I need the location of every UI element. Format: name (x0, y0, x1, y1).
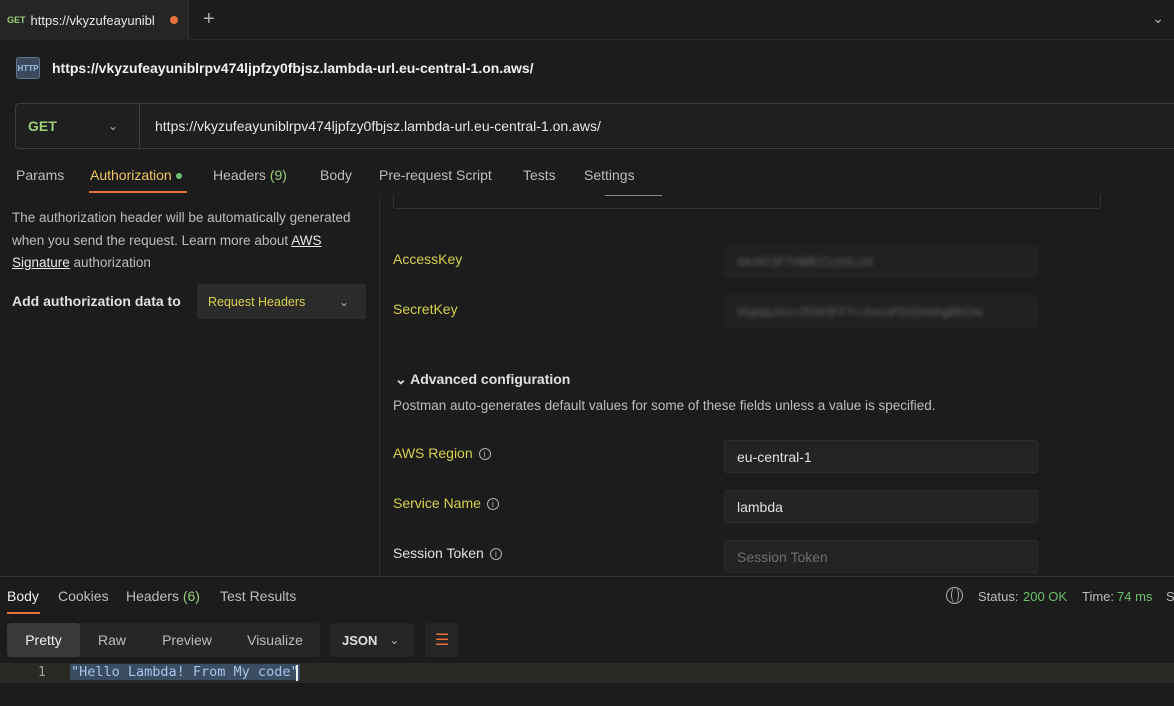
service-name-label: Service Name i (393, 495, 499, 511)
active-dot-icon (175, 173, 182, 180)
url-bar: GET ⌄ https://vkyzufeayuniblrpv474ljpfzy… (15, 103, 1174, 149)
resp-tab-cookies[interactable]: Cookies (58, 588, 109, 604)
secret-key-label: SecretKey (393, 301, 458, 317)
secret-key-value: tXqhjaJXo+ZKW3FFY+Jun/uPEhDnbhgBKOw (737, 304, 984, 319)
auth-description: The authorization header will be automat… (12, 207, 362, 275)
chevron-down-icon: ⌄ (108, 119, 119, 133)
advanced-config-label: Advanced configuration (410, 371, 571, 387)
format-value: JSON (342, 632, 378, 648)
request-title[interactable]: https://vkyzufeayuniblrpv474ljpfzy0fbjsz… (52, 60, 534, 76)
response-panel: Body Cookies Headers (6) Test Results St… (0, 576, 1174, 706)
globe-icon[interactable] (946, 587, 963, 604)
time-label: Time: (1082, 589, 1115, 604)
chevron-down-icon: ⌄ (339, 294, 350, 309)
status-label: Status: (978, 589, 1019, 604)
code-line: 1 "Hello Lambda! From My code" (0, 663, 1174, 683)
tab-headers[interactable]: Headers (9) (213, 167, 287, 183)
session-token-label-text: Session Token (393, 545, 484, 561)
tab-authorization-label: Authorization (90, 167, 172, 183)
active-tab-underline (89, 191, 187, 193)
access-key-input[interactable]: AKIAT2FTHMECU2XLUV (724, 245, 1038, 278)
secret-key-input[interactable]: tXqhjaJXo+ZKW3FFY+Jun/uPEhDnbhgBKOw (724, 295, 1038, 328)
tab-params[interactable]: Params (16, 167, 64, 183)
text-cursor (296, 665, 298, 681)
advanced-config-toggle[interactable]: ⌄ Advanced configuration (395, 371, 570, 388)
tab-pre-request-script[interactable]: Pre-request Script (379, 167, 492, 183)
aws-region-label-text: AWS Region (393, 445, 473, 461)
tab-body[interactable]: Body (320, 167, 352, 183)
view-visualize-button[interactable]: Visualize (230, 623, 320, 657)
tab-settings[interactable]: Settings (584, 167, 635, 183)
add-auth-value: Request Headers (208, 294, 306, 309)
status-value[interactable]: 200 OK (1023, 589, 1067, 604)
method-select[interactable]: GET ⌄ (16, 104, 140, 148)
auth-right-panel: AccessKey AKIAT2FTHMECU2XLUV SecretKey t… (381, 194, 1174, 576)
new-tab-plus-icon[interactable]: + (203, 8, 215, 31)
service-name-label-text: Service Name (393, 495, 481, 511)
tab-bar: GET https://vkyzufeayunibl + ⌄ (0, 0, 1174, 40)
wrap-lines-icon[interactable]: ☰ (425, 623, 459, 657)
chevron-down-icon: ⌄ (389, 633, 400, 647)
time-value[interactable]: 74 ms (1117, 589, 1152, 604)
info-icon[interactable]: i (486, 498, 499, 510)
response-body-text[interactable]: "Hello Lambda! From My code" (70, 664, 300, 680)
active-tab-underline (7, 612, 40, 614)
resp-tab-headers[interactable]: Headers (6) (126, 588, 200, 604)
size-label: S (1166, 589, 1174, 604)
resp-tab-test-results[interactable]: Test Results (220, 588, 296, 604)
aws-region-input[interactable]: eu-central-1 (724, 440, 1038, 473)
view-preview-button[interactable]: Preview (144, 623, 230, 657)
access-key-value: AKIAT2FTHMECU2XLUV (737, 254, 875, 269)
tab-method: GET (7, 15, 26, 25)
resp-tab-headers-label: Headers (126, 588, 179, 604)
view-pretty-button[interactable]: Pretty (7, 623, 80, 657)
view-raw-button[interactable]: Raw (80, 623, 144, 657)
unsaved-dot-icon (169, 16, 178, 24)
resp-tab-body[interactable]: Body (7, 588, 39, 604)
http-icon: HTTP (16, 57, 40, 79)
tab-menu-chevron-icon[interactable]: ⌄ (1152, 10, 1164, 27)
tab-title: https://vkyzufeayunibl (30, 12, 155, 28)
tab-tests[interactable]: Tests (523, 167, 556, 183)
tab-headers-label: Headers (213, 167, 266, 183)
add-auth-label: Add authorization data to (12, 293, 181, 309)
request-tab[interactable]: GET https://vkyzufeayunibl (0, 0, 189, 40)
method-value: GET (28, 118, 57, 134)
url-input[interactable]: https://vkyzufeayuniblrpv474ljpfzy0fbjsz… (140, 118, 601, 134)
session-token-label: Session Token i (393, 545, 502, 561)
aws-region-label: AWS Region i (393, 445, 491, 461)
line-number: 1 (38, 665, 46, 680)
section-divider (393, 194, 1101, 209)
session-token-input[interactable]: Session Token (724, 540, 1038, 573)
access-key-label: AccessKey (393, 251, 463, 267)
tab-authorization[interactable]: Authorization (90, 167, 182, 183)
info-icon[interactable]: i (478, 448, 491, 460)
auth-desc-suffix: authorization (69, 255, 151, 270)
request-title-row: HTTP https://vkyzufeayuniblrpv474ljpfzy0… (0, 44, 1174, 92)
add-auth-select[interactable]: Request Headers ⌄ (197, 284, 366, 319)
format-select[interactable]: JSON ⌄ (330, 623, 414, 657)
tab-headers-count: (9) (269, 167, 287, 183)
advanced-config-description: Postman auto-generates default values fo… (393, 398, 936, 413)
chevron-down-icon: ⌄ (395, 371, 407, 387)
request-tabs: Params Authorization Headers (9) Body Pr… (0, 160, 1174, 196)
auth-left-panel: The authorization header will be automat… (0, 194, 380, 576)
resp-tab-headers-count: (6) (182, 588, 200, 604)
view-mode-group: Pretty Raw Preview Visualize (7, 623, 320, 657)
service-name-input[interactable]: lambda (724, 490, 1038, 523)
info-icon[interactable]: i (489, 548, 502, 560)
